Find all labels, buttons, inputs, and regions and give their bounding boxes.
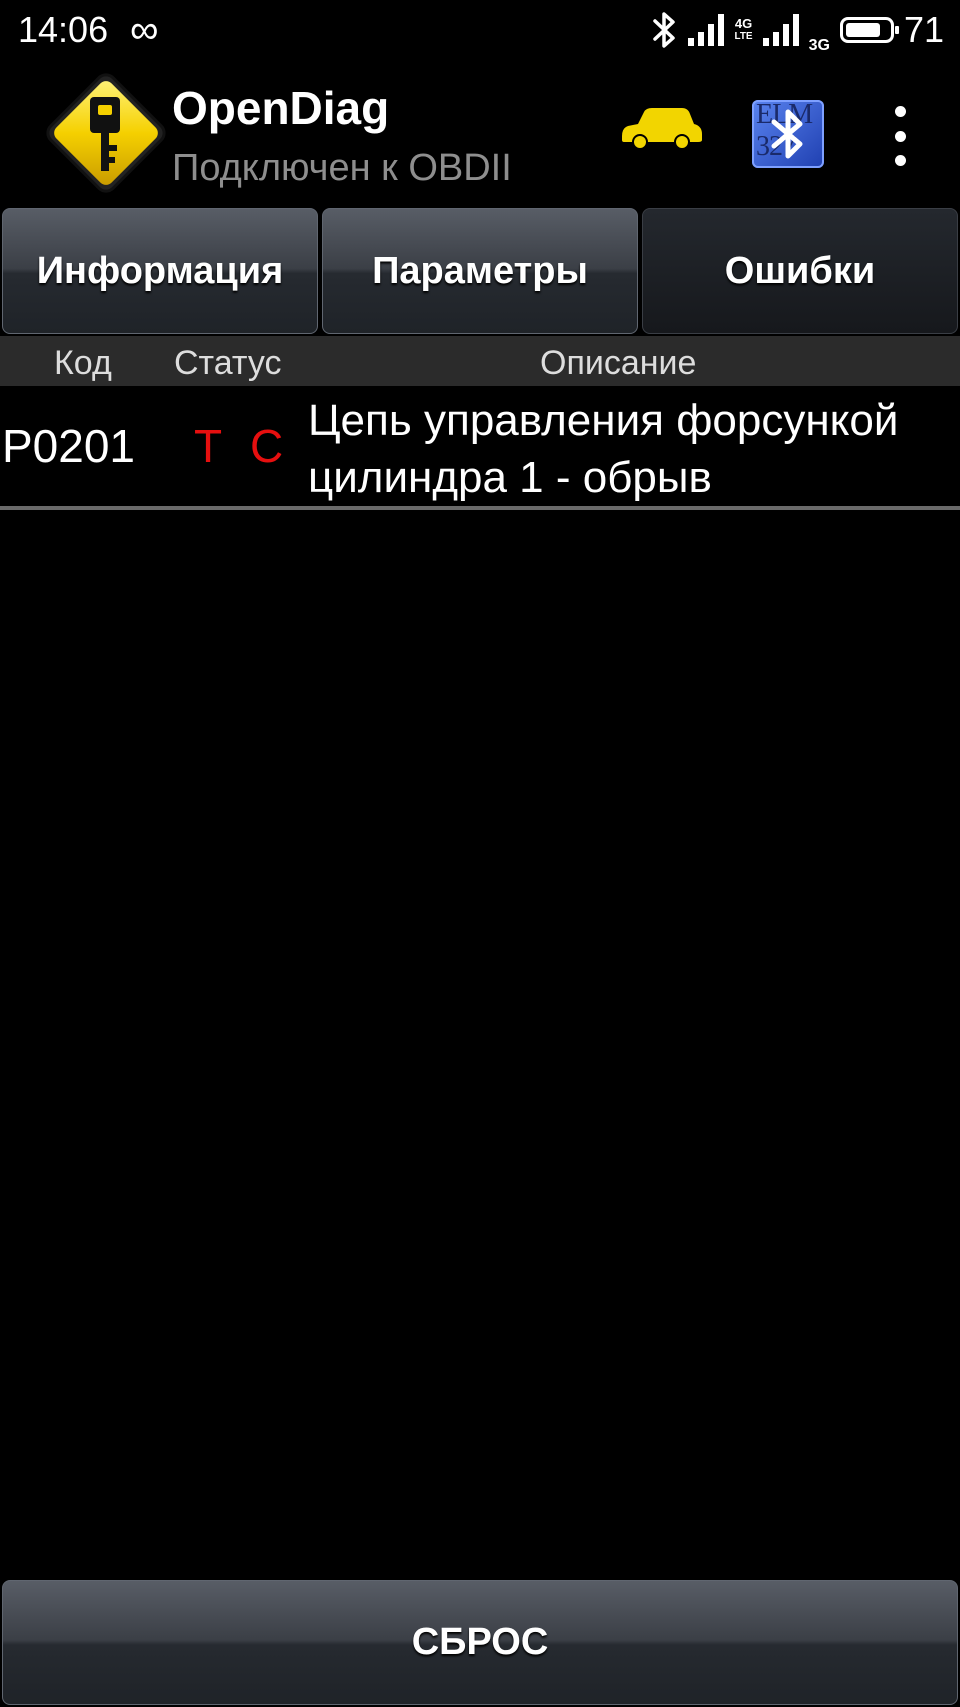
status-time: 14:06 — [18, 9, 109, 50]
bluetooth-rune-icon — [771, 109, 803, 159]
battery-icon — [839, 17, 899, 43]
infinity-icon: ∞ — [130, 8, 159, 52]
description-line-1: Цепь управления форсункой — [308, 396, 899, 445]
car-icon[interactable] — [618, 102, 704, 152]
column-description: Описание — [540, 344, 697, 382]
status-icons: 4G LTE 3G 71 — [652, 8, 944, 54]
column-code: Код — [54, 344, 112, 382]
row-divider — [0, 506, 960, 510]
tab-bar: Информация Параметры Ошибки — [0, 208, 960, 334]
table-row[interactable]: P0201 T C Цепь управления форсункой цили… — [0, 388, 960, 504]
reset-button[interactable]: СБРОС — [2, 1580, 958, 1705]
tab-parameters[interactable]: Параметры — [322, 208, 638, 334]
tab-information[interactable]: Информация — [2, 208, 318, 334]
overflow-menu-icon[interactable] — [888, 106, 912, 166]
key-warning-logo-icon[interactable] — [40, 67, 172, 199]
signal-strength-icon-2 — [762, 14, 799, 46]
battery-percent: 71 — [903, 9, 944, 50]
status-flag-t: T — [194, 420, 223, 472]
error-description: Цепь управления форсункой цилиндра 1 - о… — [308, 392, 960, 506]
network-type-3g: 3G — [808, 37, 830, 54]
connection-status: Подключен к OBDII — [172, 147, 512, 189]
app-title: OpenDiag — [172, 82, 390, 134]
signal-strength-icon-1 — [688, 14, 725, 46]
bluetooth-icon — [653, 12, 676, 48]
elm327-bluetooth-icon[interactable]: ELM 327 — [752, 100, 824, 168]
table-header: Код Статус Описание — [0, 336, 960, 386]
description-line-2: цилиндра 1 - обрыв — [308, 453, 712, 502]
column-status: Статус — [174, 344, 282, 382]
status-bar: 14:06 ∞ 4G LTE 3G 71 — [0, 0, 960, 60]
tab-errors[interactable]: Ошибки — [642, 208, 958, 334]
action-bar: OpenDiag Подключен к OBDII ELM 327 — [0, 62, 960, 202]
status-flag-c: C — [250, 420, 284, 472]
error-code: P0201 — [2, 420, 136, 472]
network-type-4g: 4G LTE — [734, 16, 753, 42]
